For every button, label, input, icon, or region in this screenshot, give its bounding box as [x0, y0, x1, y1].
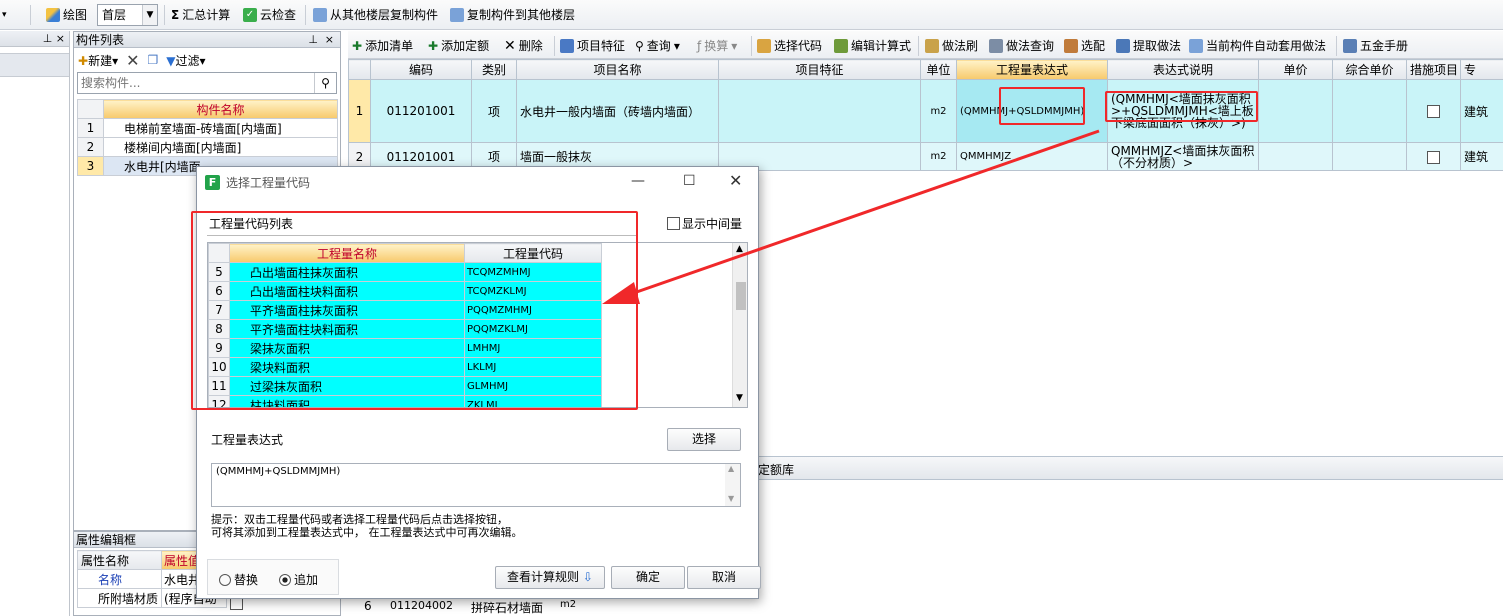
- annotation-arrow: [602, 129, 1100, 304]
